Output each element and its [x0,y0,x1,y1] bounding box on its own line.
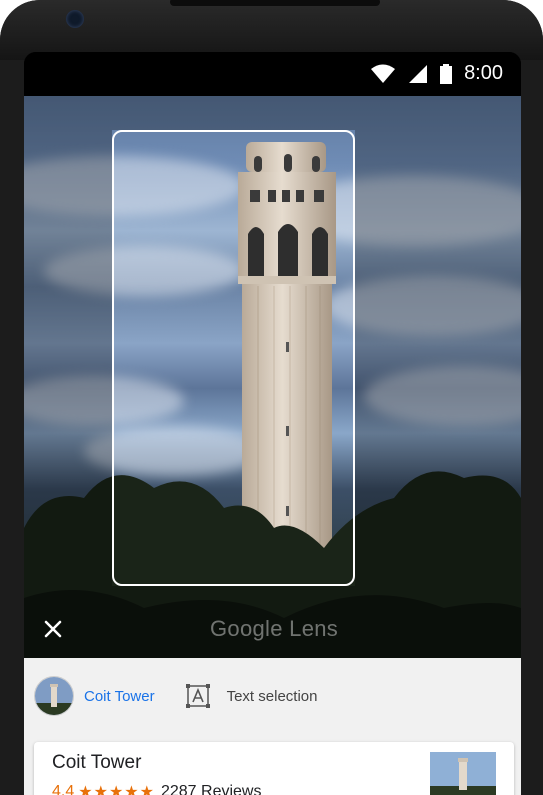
rating-value: 4.4 [52,782,75,795]
result-rating-row: 4.4 ★★★★★ 2287 Reviews [52,782,261,795]
star-rating-icon: ★★★★★ [78,782,155,795]
screen: 8:00 Google Lens Coit Tower Text selecti… [24,52,521,795]
battery-icon [440,63,453,84]
wifi-icon [371,64,396,83]
coit-tower-thumbnail [34,676,74,716]
status-time: 8:00 [464,62,503,84]
text-selection-icon [185,684,210,708]
chip-coit-tower[interactable]: Coit Tower [24,676,155,716]
dim-overlay-left [24,96,112,658]
speaker-grille [170,0,380,6]
result-title: Coit Tower [52,752,142,773]
selection-box[interactable] [112,130,355,586]
results-sheet: Coit Tower Text selection Coit Tower 4.4… [24,658,521,795]
camera-viewfinder[interactable]: Google Lens [24,96,521,658]
phone-frame: 8:00 Google Lens Coit Tower Text selecti… [0,0,543,795]
cellular-signal-icon [409,64,428,83]
dim-overlay-right [355,96,521,658]
chip-text-selection[interactable]: Text selection [155,683,318,709]
review-count: 2287 Reviews [160,782,262,795]
dim-overlay-top [112,96,355,130]
result-chips: Coit Tower Text selection [24,658,521,734]
result-thumbnail [430,752,496,795]
phone-bezel [0,0,543,60]
chip-coit-tower-label: Coit Tower [84,687,155,705]
chip-text-selection-label: Text selection [226,687,318,705]
front-camera [66,10,84,28]
close-icon [44,620,62,638]
result-card[interactable]: Coit Tower 4.4 ★★★★★ 2287 Reviews [34,742,514,795]
close-button[interactable] [38,614,68,644]
status-bar: 8:00 [24,52,521,96]
google-lens-watermark: Google Lens [210,616,339,641]
